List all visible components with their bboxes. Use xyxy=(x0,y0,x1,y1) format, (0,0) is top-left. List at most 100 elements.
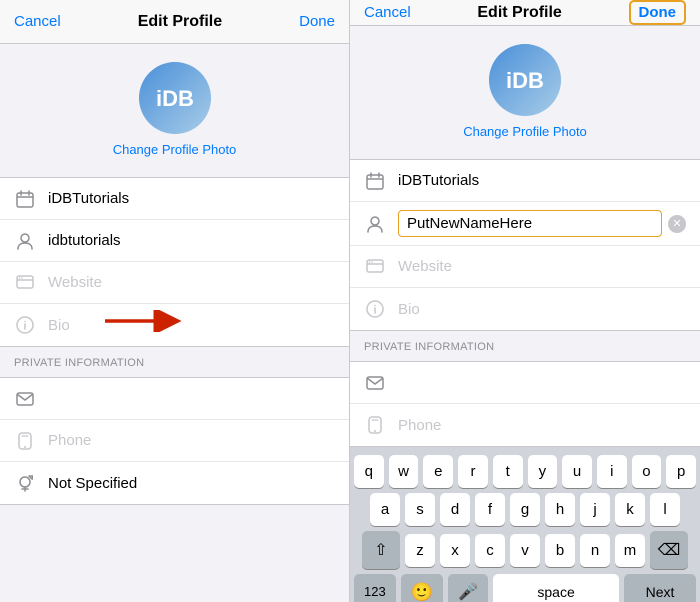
space-key[interactable]: space xyxy=(493,574,619,602)
name-input[interactable] xyxy=(398,210,662,237)
right-name-row[interactable]: ✕ xyxy=(350,202,700,246)
left-website-placeholder: Website xyxy=(48,274,335,291)
right-email-icon xyxy=(364,376,386,390)
right-form-section: iDBTutorials ✕ Websit xyxy=(350,159,700,331)
left-done-button[interactable]: Done xyxy=(299,13,335,30)
left-phone-row[interactable]: Phone xyxy=(0,420,349,462)
key-q[interactable]: q xyxy=(354,455,384,488)
left-change-photo-button[interactable]: Change Profile Photo xyxy=(113,142,237,157)
left-name-value: idbtutorials xyxy=(48,232,335,249)
right-done-button[interactable]: Done xyxy=(629,0,687,25)
right-change-photo-button[interactable]: Change Profile Photo xyxy=(463,124,587,139)
left-header: Cancel Edit Profile Done xyxy=(0,0,349,44)
person-icon xyxy=(14,232,36,250)
right-private-section: Phone xyxy=(350,361,700,447)
key-j[interactable]: j xyxy=(580,493,610,526)
right-header: Cancel Edit Profile Done xyxy=(350,0,700,26)
left-website-row[interactable]: Website xyxy=(0,262,349,304)
left-private-section: Phone Not Specified xyxy=(0,377,349,505)
key-z[interactable]: z xyxy=(405,534,435,567)
right-bio-row[interactable]: Bio xyxy=(350,288,700,330)
left-username-row: iDBTutorials xyxy=(0,178,349,220)
right-title: Edit Profile xyxy=(477,4,561,22)
numbers-key[interactable]: 123 xyxy=(354,574,396,602)
key-c[interactable]: c xyxy=(475,534,505,567)
right-website-row[interactable]: Website xyxy=(350,246,700,288)
keyboard: q w e r t y u i o p a s d f g h j k l ⇧ … xyxy=(350,447,700,602)
left-cancel-button[interactable]: Cancel xyxy=(14,13,61,30)
key-w[interactable]: w xyxy=(389,455,419,488)
left-avatar-section: iDB Change Profile Photo xyxy=(0,44,349,167)
right-phone-row[interactable]: Phone xyxy=(350,404,700,446)
right-avatar[interactable]: iDB xyxy=(489,44,561,116)
right-avatar-image: iDB xyxy=(489,44,561,116)
next-key[interactable]: Next xyxy=(624,574,696,602)
right-cancel-button[interactable]: Cancel xyxy=(364,4,411,21)
key-d[interactable]: d xyxy=(440,493,470,526)
svg-text:iDB: iDB xyxy=(156,86,194,111)
left-gender-row[interactable]: Not Specified xyxy=(0,462,349,504)
left-private-label: PRIVATE INFORMATION xyxy=(0,347,349,373)
right-bio-placeholder: Bio xyxy=(398,301,686,318)
left-name-row[interactable]: idbtutorials xyxy=(0,220,349,262)
shift-key[interactable]: ⇧ xyxy=(362,531,400,569)
left-avatar-image: iDB xyxy=(139,62,211,134)
keyboard-row-1: q w e r t y u i o p xyxy=(354,455,696,488)
right-username-row: iDBTutorials xyxy=(350,160,700,202)
info-icon xyxy=(14,316,36,334)
right-link-icon xyxy=(364,258,386,276)
emoji-key[interactable]: 🙂 xyxy=(401,574,443,602)
right-calendar-icon xyxy=(364,172,386,190)
email-icon xyxy=(14,392,36,406)
keyboard-row-3: ⇧ z x c v b n m ⌫ xyxy=(354,531,696,569)
key-s[interactable]: s xyxy=(405,493,435,526)
keyboard-bottom-row: 123 🙂 🎤 space Next xyxy=(354,574,696,602)
key-m[interactable]: m xyxy=(615,534,645,567)
left-avatar[interactable]: iDB xyxy=(139,62,211,134)
key-r[interactable]: r xyxy=(458,455,488,488)
right-avatar-section: iDB Change Profile Photo xyxy=(350,26,700,149)
right-phone-placeholder: Phone xyxy=(398,417,686,434)
link-icon xyxy=(14,274,36,292)
key-f[interactable]: f xyxy=(475,493,505,526)
key-b[interactable]: b xyxy=(545,534,575,567)
right-email-row[interactable] xyxy=(350,362,700,404)
key-g[interactable]: g xyxy=(510,493,540,526)
mic-key[interactable]: 🎤 xyxy=(448,574,488,602)
left-panel: Cancel Edit Profile Done iDB Change Prof… xyxy=(0,0,350,602)
right-person-icon xyxy=(364,215,386,233)
key-i[interactable]: i xyxy=(597,455,627,488)
key-u[interactable]: u xyxy=(562,455,592,488)
right-username-value: iDBTutorials xyxy=(398,172,686,189)
key-y[interactable]: y xyxy=(528,455,558,488)
phone-icon xyxy=(14,432,36,450)
key-a[interactable]: a xyxy=(370,493,400,526)
left-username-value: iDBTutorials xyxy=(48,190,335,207)
left-email-row[interactable] xyxy=(0,378,349,420)
right-private-label: PRIVATE INFORMATION xyxy=(350,331,700,357)
right-phone-icon xyxy=(364,416,386,434)
key-h[interactable]: h xyxy=(545,493,575,526)
key-x[interactable]: x xyxy=(440,534,470,567)
svg-text:iDB: iDB xyxy=(506,68,544,93)
right-info-icon xyxy=(364,300,386,318)
key-v[interactable]: v xyxy=(510,534,540,567)
right-panel: Cancel Edit Profile Done iDB Change Prof… xyxy=(350,0,700,602)
left-phone-placeholder: Phone xyxy=(48,432,335,449)
key-l[interactable]: l xyxy=(650,493,680,526)
left-gender-value: Not Specified xyxy=(48,475,335,492)
right-website-placeholder: Website xyxy=(398,258,686,275)
calendar-icon xyxy=(14,190,36,208)
key-p[interactable]: p xyxy=(666,455,696,488)
delete-key[interactable]: ⌫ xyxy=(650,531,688,569)
key-n[interactable]: n xyxy=(580,534,610,567)
left-title: Edit Profile xyxy=(138,13,222,31)
keyboard-row-2: a s d f g h j k l xyxy=(354,493,696,526)
key-e[interactable]: e xyxy=(423,455,453,488)
clear-name-button[interactable]: ✕ xyxy=(668,215,686,233)
key-t[interactable]: t xyxy=(493,455,523,488)
key-k[interactable]: k xyxy=(615,493,645,526)
key-o[interactable]: o xyxy=(632,455,662,488)
gender-icon xyxy=(14,474,36,492)
left-bio-placeholder: Bio xyxy=(48,317,335,334)
